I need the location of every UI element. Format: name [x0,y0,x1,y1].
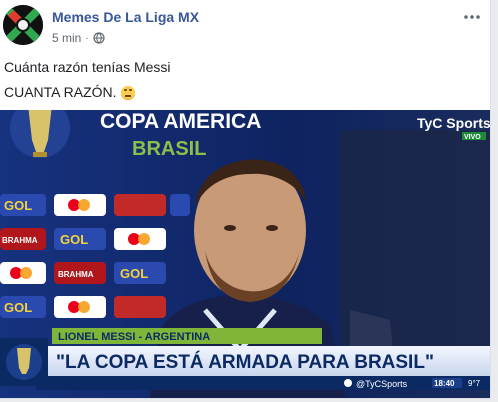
sponsor-label-5: GOL [120,266,148,281]
post-text-line-2-row: CUANTA RAZÓN. [4,83,171,102]
rolling-eyes-emoji-icon [120,85,135,100]
post-text: Cuánta razón tenías Messi CUANTA RAZÓN. [4,58,171,102]
post-header: Memes De La Liga MX 5 min · [0,0,490,52]
facebook-post: Memes De La Liga MX 5 min · Cuánta razón… [0,0,491,399]
clock-text: 18:40 [434,379,455,388]
page-name-link[interactable]: Memes De La Liga MX [52,9,199,25]
twitter-icon [344,379,352,387]
sponsor-label-6: GOL [4,300,32,315]
broadcaster-name: TyC Sports [417,115,490,131]
globe-icon[interactable] [93,32,105,44]
tournament-title: COPA AMERICA [100,110,261,133]
liga-mx-logo-icon [3,5,43,45]
sponsor-label-3: GOL [60,232,88,247]
video-frame: COPA AMERICA BRASIL GOL BRAHMA GOL BRAHM… [0,110,490,398]
speaker-name: LIONEL MESSI - ARGENTINA [58,331,210,343]
meta-separator: · [85,32,89,44]
post-time[interactable]: 5 min [52,31,81,45]
page-avatar[interactable] [3,5,43,45]
live-label: VIVO [464,134,481,141]
host-text: BRASIL [132,138,206,160]
sponsor-label-1: GOL [4,198,32,213]
quote-text: "LA COPA ESTÁ ARMADA PARA BRASIL" [56,351,434,373]
video-player[interactable]: COPA AMERICA BRASIL GOL BRAHMA GOL BRAHM… [0,110,490,398]
sponsor-label-2: BRAHMA [2,236,38,245]
more-options-icon[interactable] [460,8,484,26]
sponsor-label-4: BRAHMA [58,270,94,279]
post-text-line-1: Cuánta razón tenías Messi [4,59,171,75]
clock-suffix: 9°7 [468,379,481,388]
post-text-line-2: CUANTA RAZÓN. [4,84,117,100]
post-meta: 5 min · [52,31,105,45]
handle-text: @TyCSports [356,379,408,389]
